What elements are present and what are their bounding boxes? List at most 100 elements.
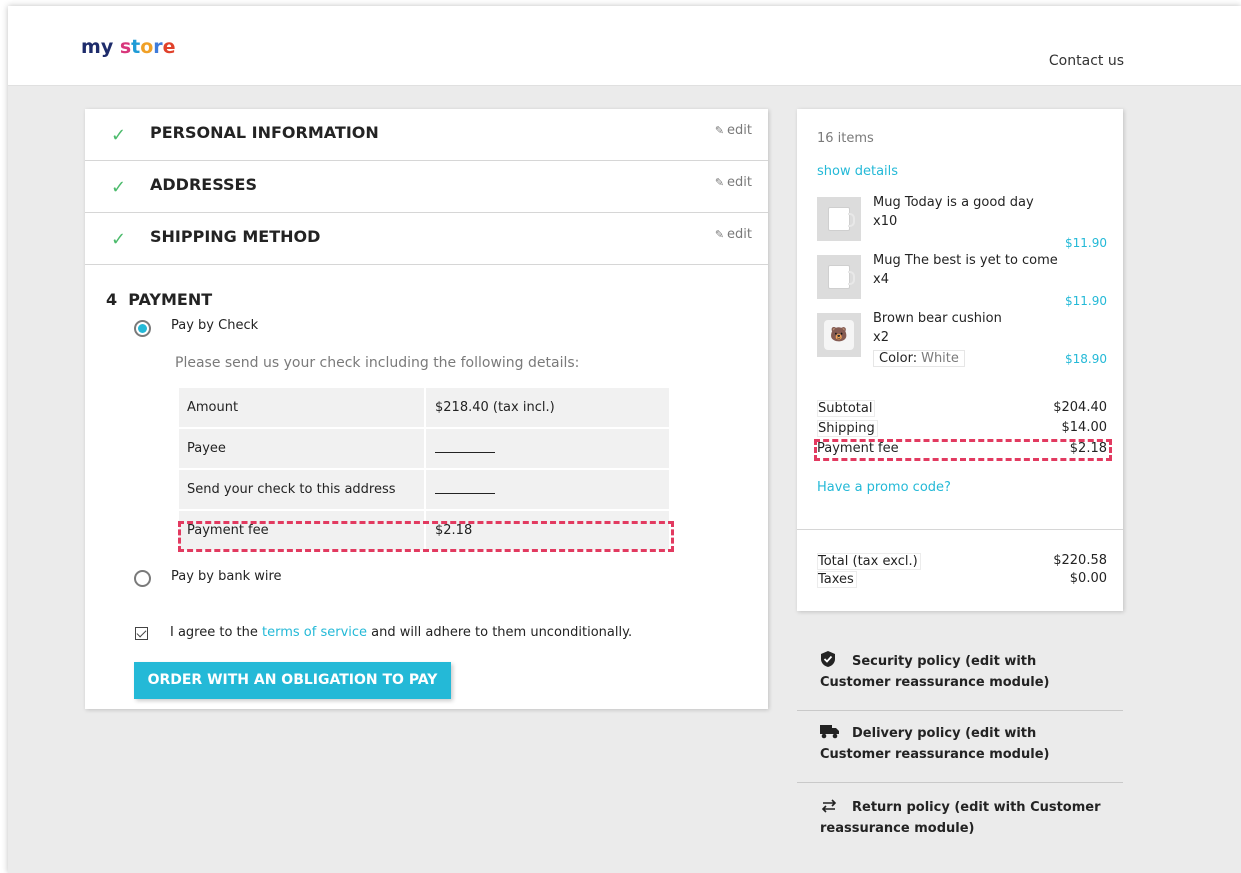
pencil-icon: ✎ [714,124,725,137]
divider [797,529,1123,530]
divider [797,710,1123,711]
pay-by-bank-wire-label[interactable]: Pay by bank wire [171,569,282,584]
pencil-icon: ✎ [714,176,725,189]
step-title: ADDRESSES [150,175,257,194]
product-attribute: Color: White [873,350,965,367]
edit-link[interactable]: ✎ edit [715,227,752,242]
taxes-value: $0.00 [1069,571,1107,586]
promo-code-link[interactable]: Have a promo code? [817,480,951,495]
subtotal-label: Subtotal [817,400,876,417]
table-row: Send your check to this address [179,470,669,509]
edit-label: edit [727,175,752,190]
checkmark-icon: ✓ [111,125,127,146]
pay-by-check-radio[interactable] [134,320,151,337]
payment-title: 4 PAYMENT [106,290,213,309]
step-title: PERSONAL INFORMATION [150,123,379,142]
mug-image [828,265,855,289]
checkmark-icon: ✓ [111,229,127,250]
mug-image [828,207,855,231]
logo-letter: y [100,36,114,58]
row-value: $218.40 (tax incl.) [426,388,669,427]
product-name[interactable]: Mug Today is a good day [873,195,1034,210]
checkmark-icon: ✓ [111,177,127,198]
edit-label: edit [727,123,752,138]
reassurance-text: Security policy (edit with [852,654,1037,669]
contact-us-link[interactable]: Contact us [1049,53,1124,69]
product-qty: x4 [873,272,889,287]
product-qty: x10 [873,214,898,229]
reassurance-text: Customer reassurance module) [820,747,1050,762]
reassurance-return: Return policy (edit with Customer reassu… [797,797,1123,839]
table-row: Payee [179,429,669,468]
terms-agreement: I agree to the terms of service and will… [170,625,632,640]
logo-letter: s [119,36,132,58]
reassurance-text: Delivery policy (edit with [852,726,1037,741]
reassurance-delivery: Delivery policy (edit with Customer reas… [797,723,1123,765]
step-shipping-method[interactable]: ✓ SHIPPING METHOD ✎ edit [85,213,768,265]
logo-letter: r [153,36,163,58]
logo-letter: t [131,36,141,58]
header: my store Contact us [8,6,1241,86]
total-value: $220.58 [1053,553,1107,568]
pay-by-bank-wire-radio[interactable] [134,570,151,587]
edit-link[interactable]: ✎ edit [715,123,752,138]
product-name[interactable]: Brown bear cushion [873,311,1002,326]
terms-checkbox[interactable] [135,627,148,640]
shipping-value: $14.00 [1061,420,1108,435]
product-price: $11.90 [1065,236,1107,250]
exchange-arrows-icon [820,799,838,813]
store-logo[interactable]: my store [81,36,176,58]
step-personal-information[interactable]: ✓ PERSONAL INFORMATION ✎ edit [85,109,768,161]
logo-letter [113,36,120,58]
edit-label: edit [727,227,752,242]
shipping-label: Shipping [817,420,878,437]
attr-label: Color: [879,351,918,366]
product-price: $18.90 [1065,352,1107,366]
cart-product: Mug The best is yet to come x4 $11.90 [817,253,1107,315]
cart-product: 🐻 Brown bear cushion x2 Color: White $18.… [817,311,1107,373]
product-thumbnail[interactable] [817,197,861,241]
reassurance-security: Security policy (edit with Customer reas… [797,651,1123,693]
taxes-label: Taxes [817,571,857,588]
shield-icon [820,651,838,667]
payment-fee-highlight [178,521,674,552]
page-frame: my store Contact us ✓ PERSONAL INFORMATI… [8,6,1241,873]
product-thumbnail[interactable]: 🐻 [817,313,861,357]
cushion-image: 🐻 [824,320,854,350]
table-row: Amount $218.40 (tax incl.) [179,388,669,427]
pay-by-check-label[interactable]: Pay by Check [171,318,258,333]
blank-line [435,441,495,453]
step-title: SHIPPING METHOD [150,227,321,246]
logo-letter: m [81,36,101,58]
reassurance-text: Return policy (edit with Customer [852,800,1101,815]
cart-summary: 16 items show details Mug Today is a goo… [797,109,1123,611]
row-value [426,429,669,468]
payment-fee-highlight [814,439,1112,461]
cart-product: Mug Today is a good day x10 $11.90 [817,195,1107,257]
logo-letter: o [140,36,154,58]
items-count: 16 items [817,131,874,146]
show-details-link[interactable]: show details [817,164,898,179]
agree-prefix: I agree to the [170,625,263,640]
attr-value: White [921,351,959,366]
agree-suffix: and will adhere to them unconditionally. [367,625,633,640]
edit-link[interactable]: ✎ edit [715,175,752,190]
logo-letter: e [162,36,176,58]
blank-line [435,482,495,494]
terms-of-service-link[interactable]: terms of service [262,625,367,640]
divider [797,782,1123,783]
payment-description: Please send us your check including the … [175,355,580,371]
reassurance-text: reassurance module) [820,821,975,836]
product-price: $11.90 [1065,294,1107,308]
subtotal-value: $204.40 [1053,400,1107,415]
reassurance-text: Customer reassurance module) [820,675,1050,690]
row-label: Amount [179,388,424,427]
row-value [426,470,669,509]
order-button[interactable]: ORDER WITH AN OBLIGATION TO PAY [134,662,451,699]
checkout-steps: ✓ PERSONAL INFORMATION ✎ edit ✓ ADDRESSES… [85,109,768,709]
step-addresses[interactable]: ✓ ADDRESSES ✎ edit [85,161,768,213]
row-label: Send your check to this address [179,470,424,509]
product-thumbnail[interactable] [817,255,861,299]
total-label: Total (tax excl.) [817,553,921,570]
product-name[interactable]: Mug The best is yet to come [873,253,1058,268]
